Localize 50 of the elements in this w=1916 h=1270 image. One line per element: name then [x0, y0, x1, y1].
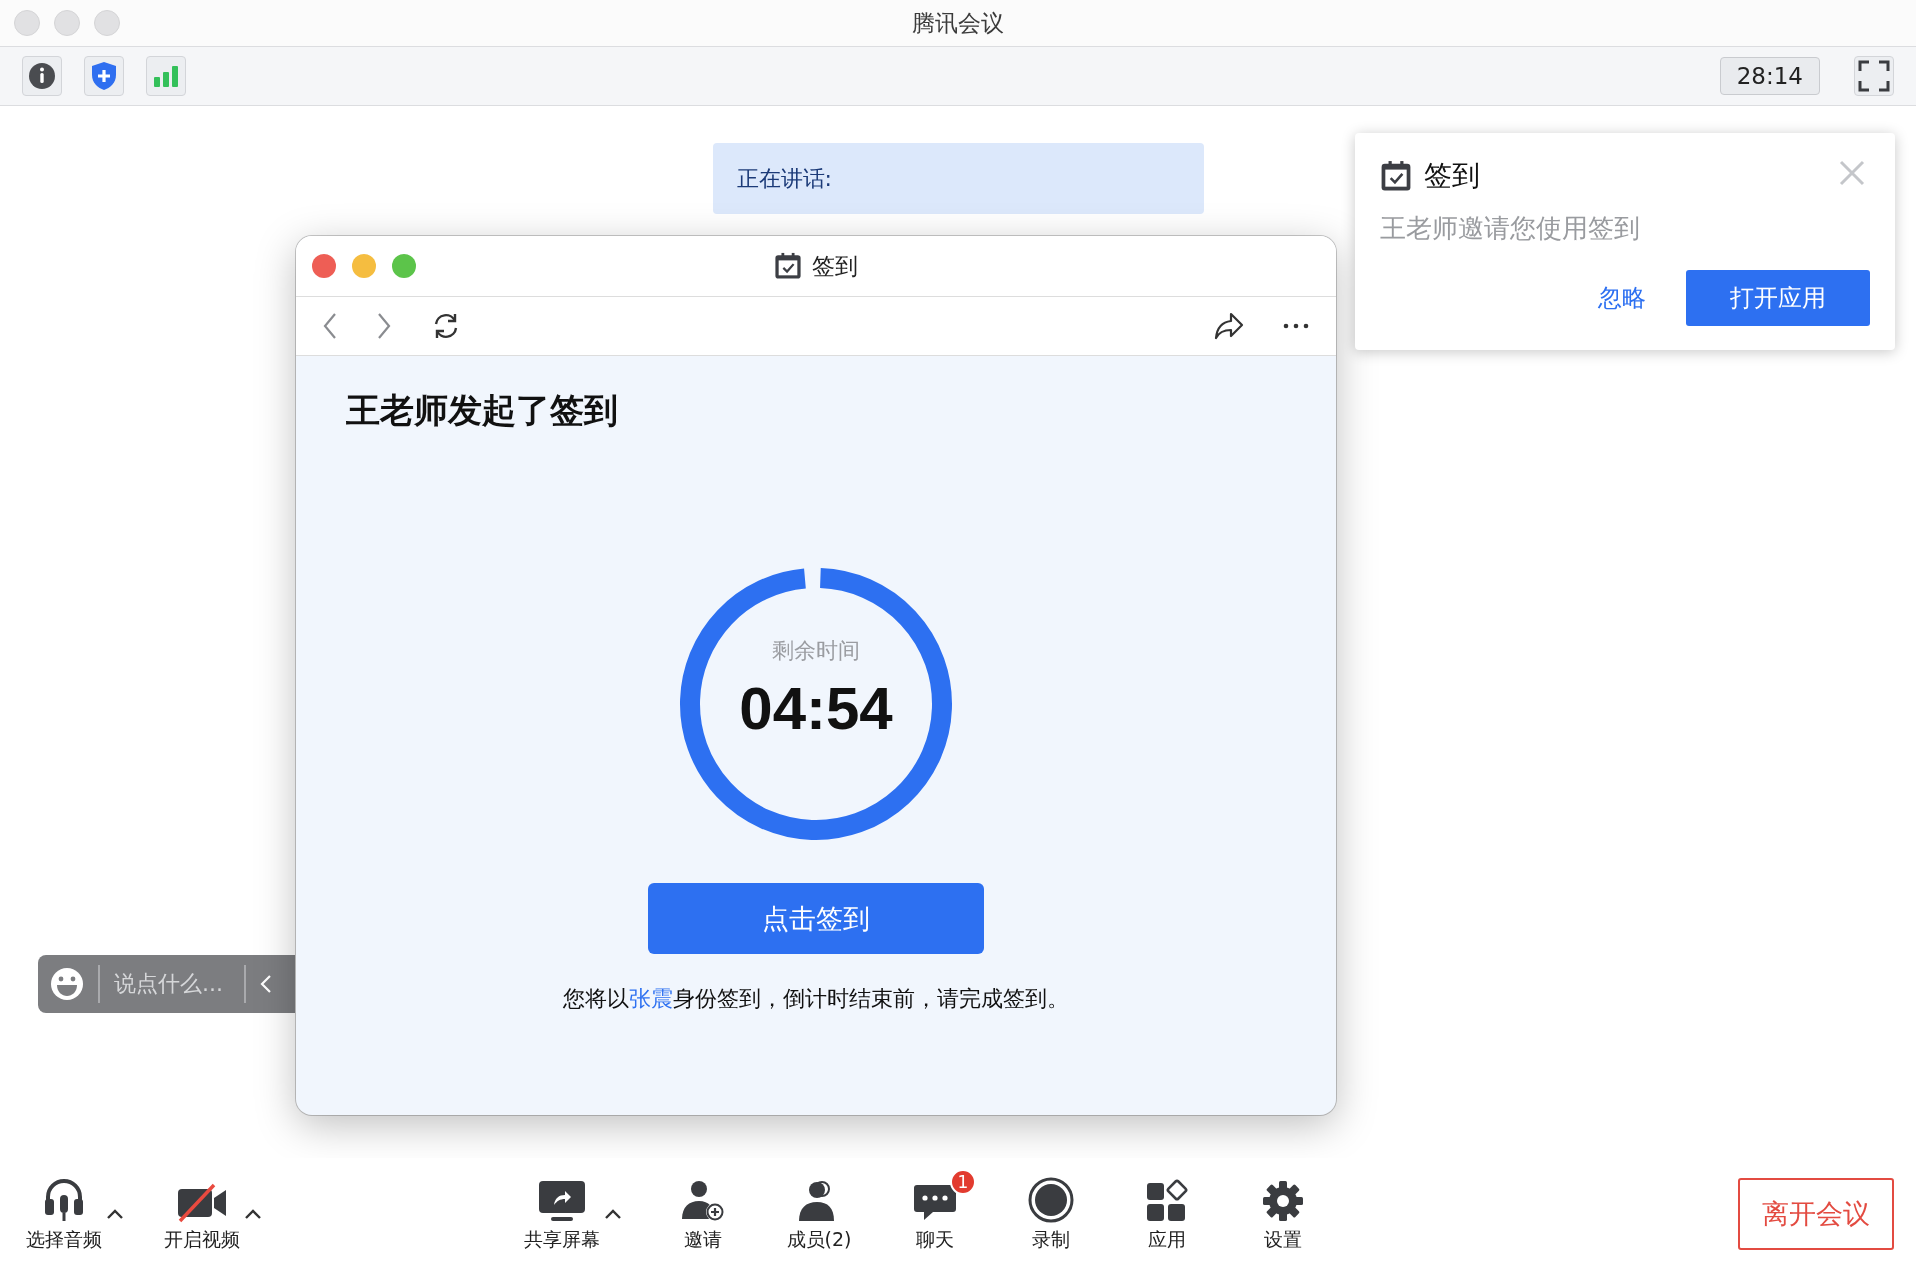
toolbar-button[interactable]: 成员(2) [784, 1175, 854, 1253]
caret-icon[interactable] [604, 1208, 622, 1220]
window-title: 签到 [812, 251, 858, 281]
forward-icon[interactable] [376, 312, 392, 340]
notification-message: 王老师邀请您使用签到 [1380, 212, 1641, 245]
speaking-banner: 正在讲话: [712, 143, 1204, 214]
meeting-timer: 28:14 [1719, 57, 1820, 95]
add-person-icon [680, 1179, 726, 1223]
smiley-icon[interactable] [50, 967, 84, 1001]
close-window-button[interactable] [312, 254, 336, 278]
signin-button[interactable]: 点击签到 [648, 883, 984, 954]
ignore-link[interactable]: 忽略 [1598, 282, 1646, 314]
zoom-window-button[interactable] [392, 254, 416, 278]
shield-icon [90, 61, 118, 91]
toolbar-button[interactable]: 录制 [1016, 1175, 1086, 1253]
fullscreen-icon [1858, 60, 1890, 92]
user-name-link[interactable]: 张震 [629, 986, 673, 1011]
info-button[interactable] [22, 56, 62, 96]
share-screen-icon [537, 1179, 587, 1223]
countdown-label: 剩余时间 [772, 636, 860, 665]
toolbar-button[interactable]: 开启视频 [164, 1175, 240, 1253]
toolbar-button[interactable]: 邀请 [668, 1175, 738, 1253]
share-arrow-icon[interactable] [1214, 312, 1244, 340]
notification-title: 签到 [1424, 158, 1480, 194]
leave-meeting-button[interactable]: 离开会议 [1738, 1178, 1894, 1250]
collapse-chevron-icon[interactable] [260, 974, 272, 994]
security-button[interactable] [84, 56, 124, 96]
more-icon[interactable] [1282, 322, 1310, 330]
toolbar-button[interactable]: 选择音频 [26, 1175, 102, 1253]
signin-note: 您将以张震身份签到，倒计时结束前，请完成签到。 [563, 985, 1069, 1013]
fullscreen-button[interactable] [1854, 56, 1894, 96]
signal-bars-icon [153, 64, 179, 88]
calendar-check-icon [1380, 160, 1412, 192]
notification-badge: 1 [950, 1169, 976, 1195]
window-title: 腾讯会议 [912, 9, 1004, 36]
countdown-time: 04:54 [739, 673, 893, 743]
info-icon [27, 61, 57, 91]
toolbar-button[interactable]: 设置 [1248, 1175, 1318, 1253]
open-app-button[interactable]: 打开应用 [1686, 270, 1870, 326]
back-icon[interactable] [322, 312, 338, 340]
caret-icon[interactable] [106, 1208, 124, 1220]
settings-icon [1261, 1179, 1305, 1223]
toolbar-button[interactable]: 共享屏幕 [524, 1175, 600, 1253]
toolbar-button[interactable]: 应用 [1132, 1175, 1202, 1253]
signin-heading: 王老师发起了签到 [346, 389, 618, 432]
caret-icon[interactable] [244, 1208, 262, 1220]
record-icon [1028, 1177, 1074, 1223]
calendar-check-icon [774, 252, 802, 280]
apps-grid-icon [1145, 1179, 1189, 1223]
video-off-icon [176, 1183, 228, 1223]
